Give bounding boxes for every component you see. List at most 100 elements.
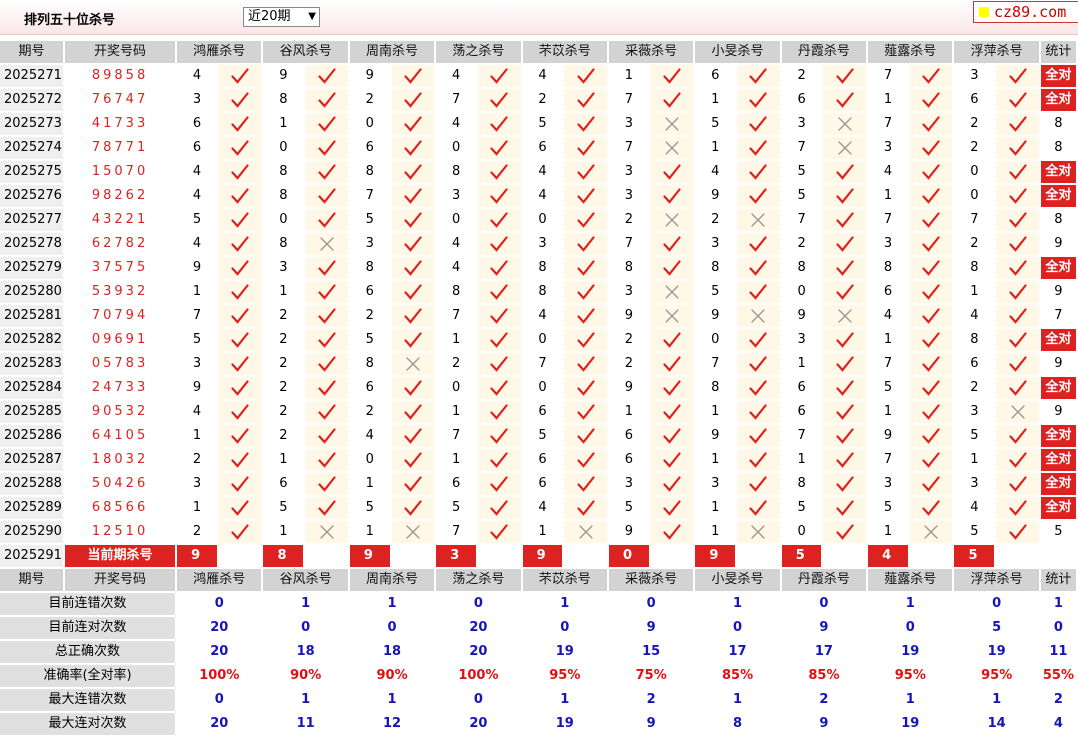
result-correct	[390, 136, 437, 161]
result-correct	[822, 376, 869, 401]
kill-number-cell: 7	[435, 304, 478, 329]
check-icon	[231, 260, 249, 276]
check-icon	[490, 452, 508, 468]
check-icon	[490, 68, 508, 84]
check-icon	[922, 332, 940, 348]
kill-number-cell: 9	[176, 376, 219, 401]
draw-number-cell: 15070	[63, 160, 178, 185]
result-correct	[217, 208, 264, 233]
kill-number-cell: 9	[262, 64, 306, 89]
kill-number-cell: 9	[694, 424, 738, 449]
check-icon	[404, 164, 422, 180]
result-correct	[822, 256, 869, 281]
check-icon	[1008, 308, 1027, 324]
kill-number-cell: 6	[521, 136, 565, 161]
check-icon	[490, 476, 508, 492]
summary-value: 100%	[176, 664, 264, 689]
check-icon	[1008, 428, 1027, 444]
summary-value: 90%	[348, 664, 437, 689]
kill-number-cell: 9	[607, 304, 651, 329]
column-header-gufeng: 谷风杀号	[262, 568, 350, 593]
result-correct	[822, 280, 869, 305]
result-correct	[563, 232, 609, 257]
current-kill-row: 2025291 当前期杀号 9 8 9 3 9 0 9 5 4 5	[0, 544, 1078, 569]
row-stat-cell: 全对	[1039, 160, 1078, 185]
result-correct	[908, 88, 955, 113]
cross-icon	[319, 237, 334, 251]
row-stat-cell: 8	[1039, 208, 1078, 233]
result-correct	[822, 208, 869, 233]
issue-cell: 2025290	[0, 520, 65, 545]
check-icon	[749, 140, 768, 156]
kill-number-cell: 0	[953, 160, 997, 185]
issue-cell: 2025279	[0, 256, 65, 281]
check-icon	[836, 188, 854, 204]
summary-row: 目前连对次数 20 0 0 20 0 9 0 9 0 5 0	[0, 616, 1078, 641]
result-correct	[304, 400, 350, 425]
kill-number-cell: 8	[953, 256, 997, 281]
kill-number-cell: 7	[435, 424, 478, 449]
table-row: 2025280 53932 1 1 6 8 8 3 5 0 6 1 9	[0, 280, 1078, 305]
result-correct	[476, 352, 523, 377]
row-stat-cell: 8	[1039, 136, 1078, 161]
result-correct	[476, 328, 523, 353]
result-correct	[736, 496, 782, 521]
summary-value: 19	[867, 640, 955, 665]
result-correct	[995, 280, 1041, 305]
kill-number-cell: 4	[435, 256, 478, 281]
result-correct	[476, 136, 523, 161]
logo-square-icon	[979, 7, 989, 17]
result-correct	[995, 352, 1041, 377]
summary-value: 0	[262, 616, 350, 641]
check-icon	[922, 284, 940, 300]
check-icon	[922, 476, 940, 492]
result-correct	[476, 184, 523, 209]
current-kill-number: 9	[521, 544, 565, 569]
result-correct	[736, 424, 782, 449]
check-icon	[836, 404, 854, 420]
table-row: 2025289 68566 1 5 5 5 4 5 1 5 5 4 全对	[0, 496, 1078, 521]
kill-number-cell: 8	[780, 256, 824, 281]
period-select[interactable]: 近20期 ▼	[243, 7, 320, 27]
kill-number-cell: 4	[435, 64, 478, 89]
result-wrong	[304, 232, 350, 257]
summary-label: 目前连错次数	[0, 592, 178, 617]
result-correct	[304, 112, 350, 137]
summary-value: 17	[694, 640, 782, 665]
result-correct	[304, 352, 350, 377]
result-correct	[822, 400, 869, 425]
kill-number-cell: 7	[607, 88, 651, 113]
check-icon	[404, 308, 422, 324]
summary-value: 19	[521, 712, 609, 737]
check-icon	[404, 284, 422, 300]
table-row: 2025283 05783 3 2 8 2 7 2 7 1 7 6 9	[0, 352, 1078, 377]
kill-number-cell: 5	[521, 424, 565, 449]
cross-icon	[665, 285, 679, 299]
result-correct	[390, 472, 437, 497]
kill-number-cell: 5	[867, 376, 910, 401]
kill-number-cell: 7	[348, 184, 392, 209]
result-correct	[563, 112, 609, 137]
summary-row: 目前连错次数 0 1 1 0 1 0 1 0 1 0 1	[0, 592, 1078, 617]
result-correct	[736, 352, 782, 377]
check-icon	[749, 428, 768, 444]
kill-number-cell: 7	[780, 208, 824, 233]
kill-number-cell: 4	[176, 232, 219, 257]
check-icon	[1008, 356, 1027, 372]
check-icon	[577, 164, 595, 180]
result-correct	[304, 208, 350, 233]
result-correct	[390, 496, 437, 521]
summary-value: 0	[607, 592, 696, 617]
kill-number-cell: 2	[262, 304, 306, 329]
summary-value: 0	[953, 592, 1041, 617]
kill-number-cell: 1	[607, 64, 651, 89]
result-wrong	[736, 304, 782, 329]
site-logo[interactable]: cz89.com	[973, 1, 1078, 23]
draw-number-cell: 76747	[63, 88, 178, 113]
column-header-xielu: 薤露杀号	[867, 568, 955, 593]
kill-number-cell: 7	[867, 448, 910, 473]
kill-number-cell: 1	[867, 520, 910, 545]
column-header-issue: 期号	[0, 568, 65, 593]
period-select-value: 近20期	[248, 9, 291, 24]
check-icon	[663, 428, 681, 444]
